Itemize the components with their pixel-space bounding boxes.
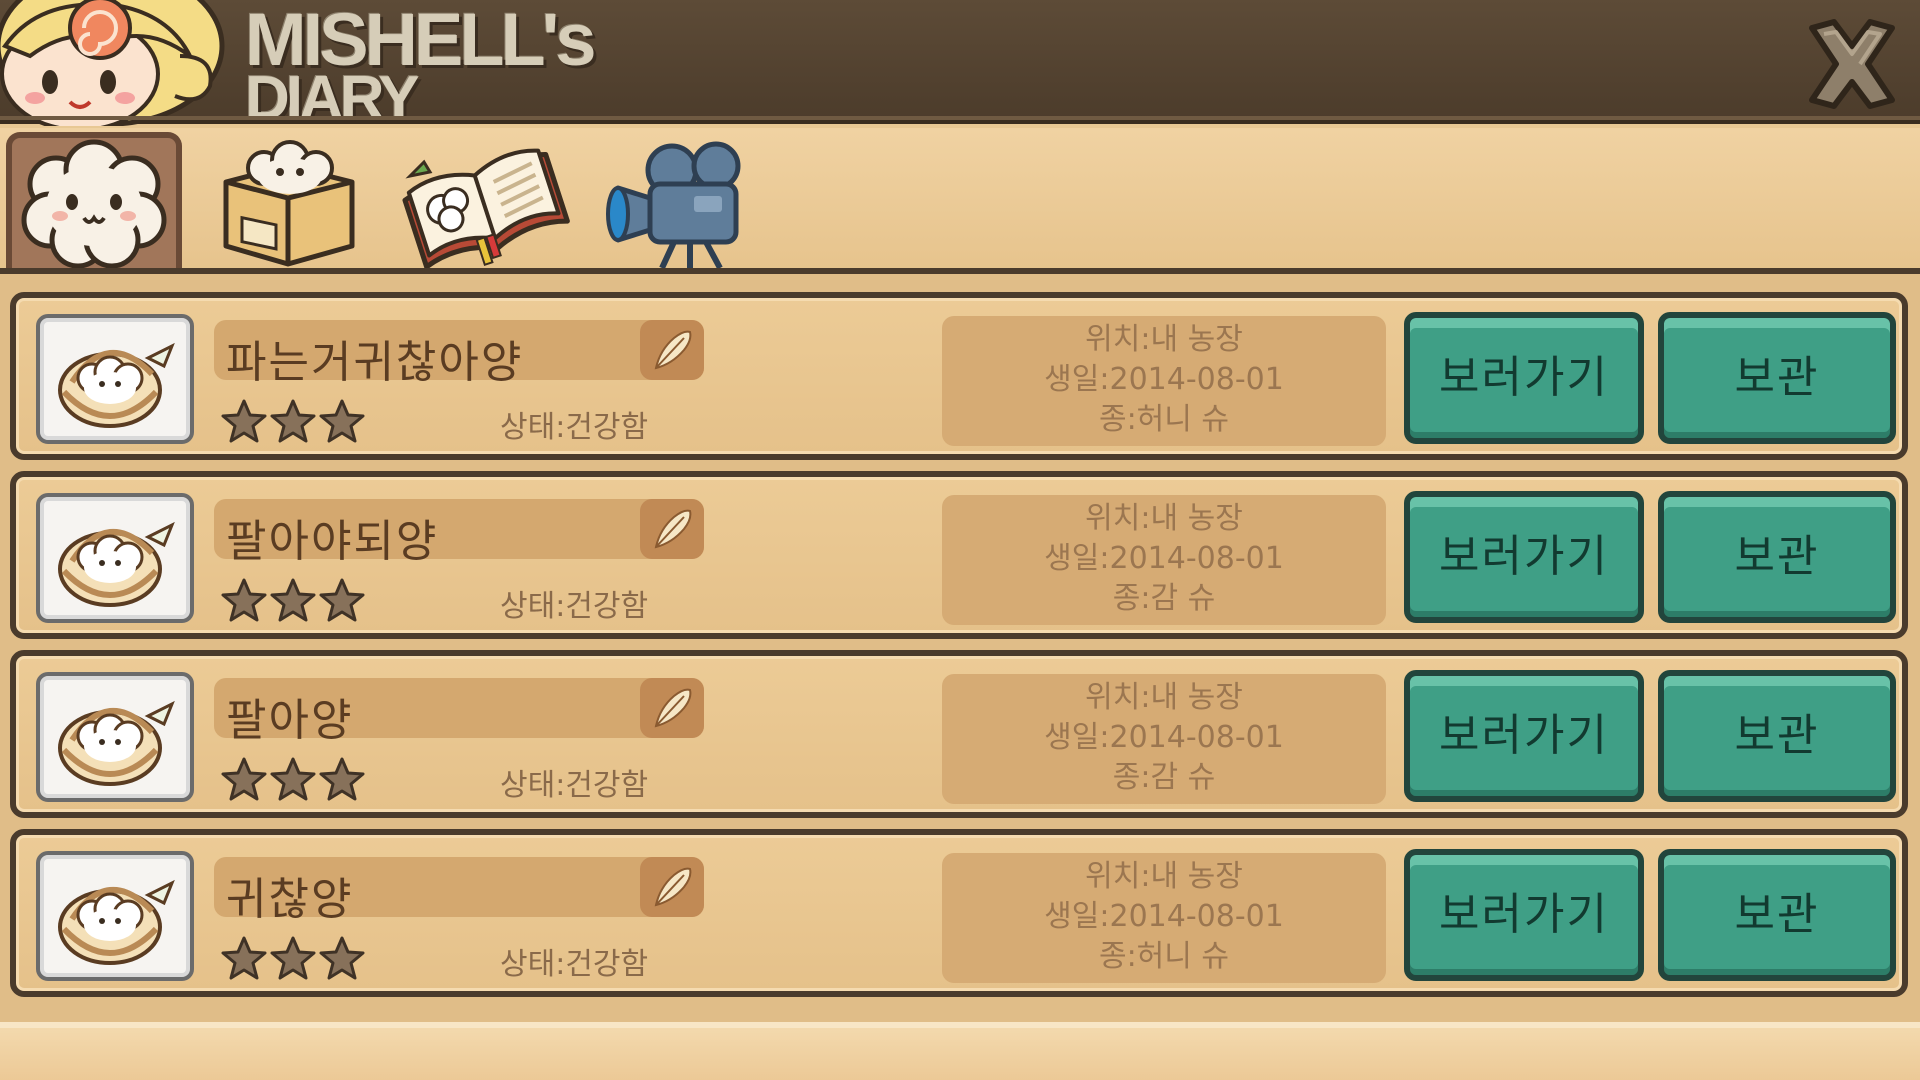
- sheep-birthday: 생일:2014-08-01: [1044, 720, 1284, 755]
- sheep-info-box: 위치:내 농장 생일:2014-08-01 종:감 슈: [942, 674, 1386, 804]
- sheep-name-field: 귀찮양: [214, 857, 704, 925]
- sheep-box-icon: [223, 140, 355, 267]
- sheep-status: 상태:건강함: [500, 410, 649, 445]
- sheep-birthday: 생일:2014-08-01: [1044, 541, 1284, 576]
- sheep-thumbnail[interactable]: [36, 851, 194, 981]
- sheep-basket-icon: [58, 521, 175, 607]
- sheep-birthday: 생일:2014-08-01: [1044, 362, 1284, 397]
- edit-name-button[interactable]: [640, 320, 704, 380]
- sheep-name: 파는거귀찮아양: [226, 337, 524, 388]
- star-icon: [221, 399, 365, 443]
- star-rating: [221, 936, 365, 980]
- sheep-info-box: 위치:내 농장 생일:2014-08-01 종:허니 슈: [942, 853, 1386, 983]
- sheep-face-icon: [21, 139, 167, 269]
- sheep-basket-icon: [58, 879, 175, 965]
- sheep-thumbnail[interactable]: [36, 314, 194, 444]
- sheep-location: 위치:내 농장: [1085, 680, 1243, 715]
- sheep-info-box: 위치:내 농장 생일:2014-08-01 종:감 슈: [942, 495, 1386, 625]
- sheep-name: 팔아양: [226, 695, 354, 746]
- sheep-thumbnail[interactable]: [36, 672, 194, 802]
- sheep-info-box: 위치:내 농장 생일:2014-08-01 종:허니 슈: [942, 316, 1386, 446]
- star-icon: [221, 578, 365, 622]
- video-camera-icon: [606, 141, 741, 270]
- store-button[interactable]: 보관: [1658, 670, 1896, 802]
- feather-pen-icon: [654, 867, 692, 907]
- sheep-name: 팔아야되양: [226, 516, 439, 567]
- star-icon: [221, 757, 365, 801]
- sheep-species: 종:허니 슈: [1098, 939, 1230, 974]
- sheep-location: 위치:내 농장: [1085, 501, 1243, 536]
- edit-name-button[interactable]: [640, 678, 704, 738]
- sheep-name-field: 팔아야되양: [214, 499, 704, 567]
- edit-name-button[interactable]: [640, 499, 704, 559]
- sheep-species: 종:감 슈: [1112, 581, 1216, 616]
- tab-sheep-list[interactable]: [6, 132, 182, 274]
- sheep-species: 종:허니 슈: [1098, 402, 1230, 437]
- tab-video[interactable]: [596, 136, 772, 274]
- sheep-status: 상태:건강함: [500, 947, 649, 982]
- sheep-birthday: 생일:2014-08-01: [1044, 899, 1284, 934]
- sheep-name-field: 팔아양: [214, 678, 704, 746]
- store-button[interactable]: 보관: [1658, 491, 1896, 623]
- sheep-thumbnail[interactable]: [36, 493, 194, 623]
- star-rating: [221, 757, 365, 801]
- feather-pen-icon: [654, 509, 692, 549]
- view-button[interactable]: 보러가기: [1404, 491, 1644, 623]
- list-item: 팔아야되양 상태:건강함 위치:내 농장 생일:2014-08-01 종:감 슈…: [10, 471, 1908, 639]
- view-button[interactable]: 보러가기: [1404, 312, 1644, 444]
- feather-pen-icon: [654, 330, 692, 370]
- feather-pen-icon: [654, 688, 692, 728]
- sheep-name-field: 파는거귀찮아양: [214, 320, 704, 388]
- sheep-location: 위치:내 농장: [1085, 322, 1243, 357]
- store-button[interactable]: 보관: [1658, 312, 1896, 444]
- header-bar: MISHELL's DIARY: [0, 0, 1920, 130]
- sheep-name: 귀찮양: [226, 874, 354, 925]
- list-item: 팔아양 상태:건강함 위치:내 농장 생일:2014-08-01 종:감 슈 보…: [10, 650, 1908, 818]
- sheep-basket-icon: [58, 342, 175, 428]
- list-item: 파는거귀찮아양 상태:건강함 위치:내 농장 생일:2014-08-01 종:허…: [10, 292, 1908, 460]
- star-icon: [221, 936, 365, 980]
- view-button[interactable]: 보러가기: [1404, 849, 1644, 981]
- tab-diary[interactable]: [396, 136, 572, 274]
- list-item: 귀찮양 상태:건강함 위치:내 농장 생일:2014-08-01 종:허니 슈 …: [10, 829, 1908, 997]
- tab-sheep-storage[interactable]: [206, 136, 382, 274]
- close-icon[interactable]: [1790, 14, 1910, 114]
- sheep-status: 상태:건강함: [500, 768, 649, 803]
- game-logo: MISHELL's DIARY: [245, 0, 597, 130]
- store-button[interactable]: 보관: [1658, 849, 1896, 981]
- sheep-species: 종:감 슈: [1112, 760, 1216, 795]
- mishell-avatar-icon: [0, 0, 225, 126]
- sheep-status: 상태:건강함: [500, 589, 649, 624]
- sheep-location: 위치:내 농장: [1085, 859, 1243, 894]
- diary-book-icon: [402, 148, 570, 270]
- sheep-basket-icon: [58, 700, 175, 786]
- logo-line-1: MISHELL's: [245, 0, 597, 81]
- star-rating: [221, 578, 365, 622]
- edit-name-button[interactable]: [640, 857, 704, 917]
- sheep-list[interactable]: 파는거귀찮아양 상태:건강함 위치:내 농장 생일:2014-08-01 종:허…: [0, 274, 1920, 1022]
- view-button[interactable]: 보러가기: [1404, 670, 1644, 802]
- star-rating: [221, 399, 365, 443]
- bottom-panel: [0, 1022, 1920, 1080]
- tab-bar: [0, 128, 1920, 274]
